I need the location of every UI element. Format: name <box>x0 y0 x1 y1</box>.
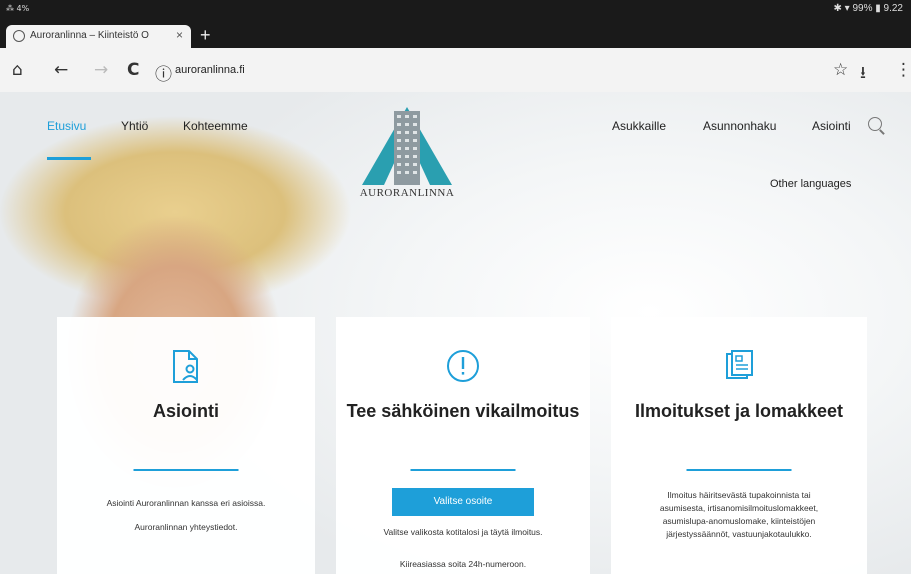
nav-link-kohteemme[interactable]: Kohteemme <box>183 119 248 133</box>
card-text-line: Asiointi Auroranlinnan kanssa eri asiois… <box>106 498 266 508</box>
card-divider <box>686 469 792 471</box>
site-logo[interactable]: AURORANLINNA <box>347 107 467 207</box>
logo-text: AURORANLINNA <box>359 187 455 199</box>
forward-icon[interactable]: → <box>94 60 108 80</box>
reload-icon[interactable]: C <box>127 60 139 80</box>
card-text-line: Kiireasiassa soita 24h-numeroon. <box>399 559 527 569</box>
tab-title: Auroranlinna – Kiinteistö O <box>30 30 149 41</box>
favicon-icon <box>13 30 25 42</box>
logo-mark-icon <box>362 107 452 185</box>
tab-bar: Auroranlinna – Kiinteistö O × + <box>0 20 911 48</box>
nav-link-yhtio[interactable]: Yhtiö <box>121 119 148 133</box>
info-icon[interactable]: ⓘ <box>155 60 172 85</box>
status-left: ⁂ 4% <box>6 4 30 13</box>
nav-link-asunnonhaku[interactable]: Asunnonhaku <box>703 119 776 133</box>
card-title: Tee sähköinen vikailmoitus <box>346 401 580 421</box>
page-content: Etusivu Yhtiö Kohteemme AURORANLINNA Asu… <box>0 92 911 574</box>
nav-link-etusivu[interactable]: Etusivu <box>47 119 86 133</box>
nav-link-asukkaille[interactable]: Asukkaille <box>612 119 666 133</box>
select-address-button[interactable]: Valitse osoite <box>392 488 534 516</box>
card-title: Ilmoitukset ja lomakkeet <box>634 401 844 421</box>
card-asiointi[interactable]: Asiointi Asiointi Auroranlinnan kanssa e… <box>57 317 315 574</box>
card-ilmoitukset[interactable]: Ilmoitukset ja lomakkeet Ilmoitus häirit… <box>611 317 867 574</box>
card-divider <box>410 469 516 471</box>
star-icon[interactable]: ☆ <box>833 60 848 80</box>
status-right: ✱ ▾ 99% ▮ 9.22 <box>833 3 904 14</box>
other-languages-link[interactable]: Other languages <box>770 178 851 190</box>
site-navbar: Etusivu Yhtiö Kohteemme AURORANLINNA Asu… <box>0 92 911 212</box>
new-tab-button[interactable]: + <box>200 25 211 46</box>
forms-icon <box>726 350 753 379</box>
card-text-line: Ilmoitus häiritsevästä tupakoinnista tai <box>667 490 811 500</box>
card-text-line: asumislupa-anomuslomake, kiinteistöjen <box>662 516 816 526</box>
document-person-icon <box>173 350 198 383</box>
browser-tab[interactable]: Auroranlinna – Kiinteistö O × <box>6 25 191 48</box>
nav-active-underline <box>47 157 91 160</box>
card-vikailmoitus[interactable]: Tee sähköinen vikailmoitus Valitse osoit… <box>336 317 590 574</box>
card-contact-link[interactable]: Auroranlinnan yhteystiedot. <box>67 521 305 534</box>
search-icon[interactable] <box>868 117 882 131</box>
exclamation-circle-icon <box>447 350 479 382</box>
card-divider <box>133 469 239 471</box>
nav-link-asiointi[interactable]: Asiointi <box>812 119 851 133</box>
address-bar: ⌂ ← → C ⓘ auroranlinna.fi ☆ ⭳ ⋮ <box>0 48 911 92</box>
card-text-line: asumisesta, irtisanomisilmoituslomakkeet… <box>659 503 819 513</box>
status-bar: ⁂ 4% ✱ ▾ 99% ▮ 9.22 <box>0 0 911 20</box>
card-text-line: järjestyssäännöt, vastuunjakotaulukko. <box>666 529 812 539</box>
card-title: Asiointi <box>153 401 219 421</box>
home-icon[interactable]: ⌂ <box>12 60 23 80</box>
url-field[interactable]: auroranlinna.fi <box>175 64 245 76</box>
tab-close-icon[interactable]: × <box>176 28 183 42</box>
card-text-line: Valitse valikosta kotitalosi ja täytä il… <box>383 527 543 537</box>
menu-icon[interactable]: ⋮ <box>895 60 911 80</box>
download-icon[interactable]: ⭳ <box>860 60 866 89</box>
back-icon[interactable]: ← <box>54 60 68 80</box>
